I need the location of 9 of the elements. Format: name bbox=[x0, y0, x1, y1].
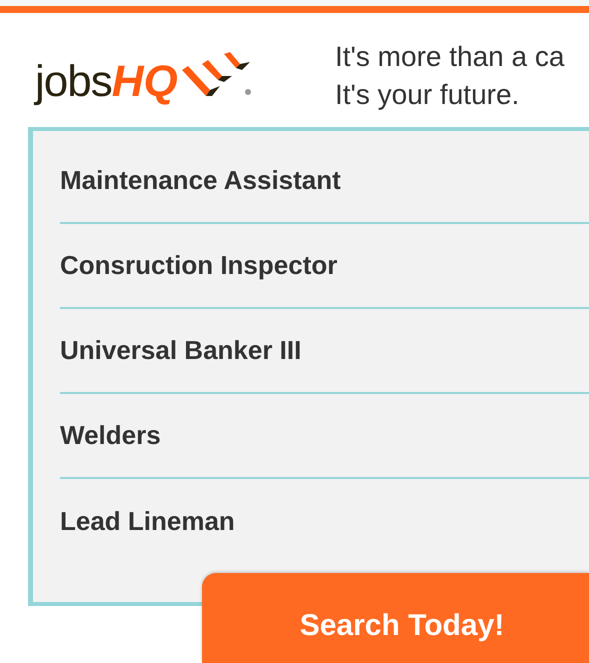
tagline-text: It's more than a ca bbox=[335, 40, 564, 74]
logo-accent-text: HQ bbox=[112, 60, 178, 104]
job-title-link[interactable]: Universal Banker III bbox=[60, 331, 302, 370]
job-title-link[interactable]: Consruction Inspector bbox=[60, 246, 338, 285]
tagline-text: It's your future. bbox=[335, 78, 520, 112]
job-title-link[interactable]: Welders bbox=[60, 416, 161, 455]
job-title-link[interactable]: Maintenance Assistant bbox=[60, 161, 341, 200]
job-title-link[interactable]: Lead Lineman bbox=[60, 502, 235, 541]
logo-text: jobs bbox=[35, 60, 112, 104]
